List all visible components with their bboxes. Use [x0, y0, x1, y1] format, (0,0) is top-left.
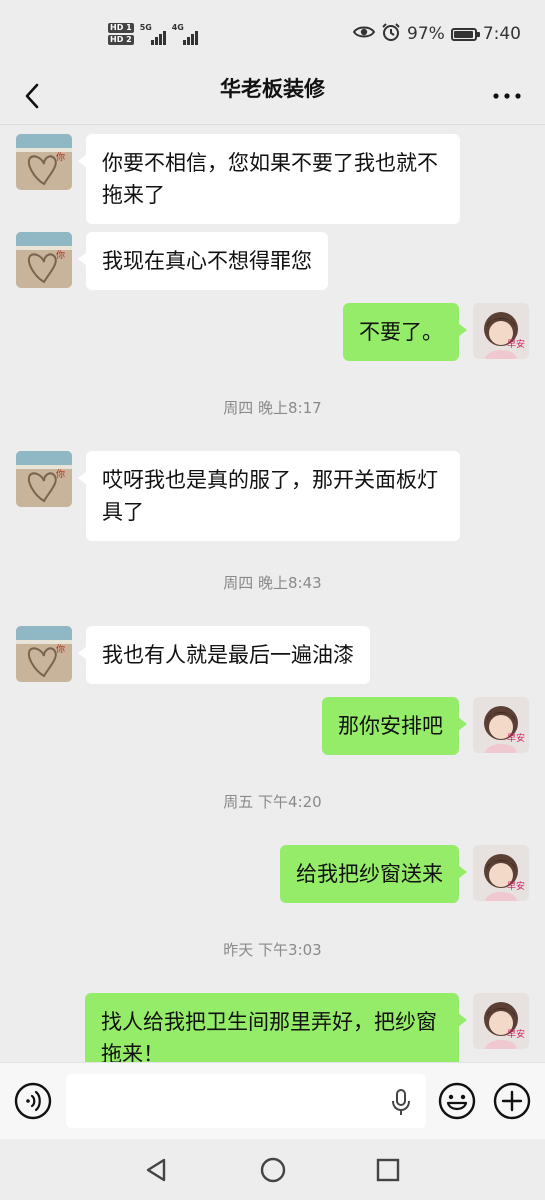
- battery-icon: [450, 27, 480, 41]
- avatar-text: 你: [56, 468, 65, 480]
- self-avatar[interactable]: 早安: [473, 993, 529, 1049]
- avatar-text: 早安: [507, 338, 525, 350]
- avatar-text: 你: [56, 249, 65, 261]
- timestamp: 周五 下午4:20: [223, 793, 322, 811]
- avatar-text: 早安: [507, 880, 525, 892]
- chat-title: 华老板装修: [220, 77, 325, 101]
- message-bubble[interactable]: 那你安排吧: [322, 697, 467, 755]
- message-text: 哎呀我也是真的服了，那开关面板灯具了: [102, 468, 438, 524]
- voice-toggle-button[interactable]: [14, 1082, 52, 1120]
- microphone-icon: [392, 1089, 410, 1115]
- circle-home-icon: [260, 1157, 286, 1183]
- microphone-button[interactable]: [388, 1087, 414, 1117]
- system-recents-button[interactable]: [371, 1153, 405, 1187]
- plus-icon: [493, 1082, 531, 1120]
- message-text: 不要了。: [359, 320, 443, 344]
- avatar-text: 你: [56, 643, 65, 655]
- message-input[interactable]: [66, 1074, 426, 1128]
- triangle-back-icon: [146, 1158, 166, 1182]
- system-navigation-bar: [0, 1139, 545, 1200]
- input-bar: [0, 1062, 545, 1139]
- self-avatar[interactable]: 早安: [473, 697, 529, 753]
- status-bar: HD 1 HD 2 5G 4G 97% 7:40: [0, 0, 545, 68]
- self-avatar[interactable]: 早安: [473, 303, 529, 359]
- hd-badges: HD 1 HD 2: [108, 23, 134, 45]
- signal-group: HD 1 HD 2 5G 4G: [108, 20, 198, 48]
- avatar-text: 你: [56, 151, 65, 163]
- square-recents-icon: [376, 1158, 400, 1182]
- message-bubble[interactable]: 你要不相信，您如果不要了我也就不拖来了: [78, 134, 460, 224]
- avatar-text: 早安: [507, 732, 525, 744]
- timestamp: 周四 晚上8:43: [223, 574, 322, 592]
- message-text: 你要不相信，您如果不要了我也就不拖来了: [102, 151, 438, 207]
- message-bubble[interactable]: 给我把纱窗送来: [280, 845, 467, 903]
- contact-avatar[interactable]: 你: [16, 626, 72, 682]
- message-list[interactable]: 你 你要不相信，您如果不要了我也就不拖来了 你 我现在真心不想得罪您 早安 不要…: [0, 125, 545, 1062]
- message-bubble[interactable]: 我现在真心不想得罪您: [78, 232, 328, 290]
- hd1-badge: HD 1: [108, 23, 134, 33]
- message-text: 我现在真心不想得罪您: [102, 249, 312, 273]
- message-bubble[interactable]: 不要了。: [343, 303, 467, 361]
- battery-fill: [453, 30, 473, 38]
- status-right: 97% 7:40: [352, 22, 521, 47]
- voice-icon: [14, 1082, 52, 1120]
- emoji-button[interactable]: [438, 1082, 476, 1120]
- message-text: 给我把纱窗送来: [296, 862, 443, 886]
- message-text: 那你安排吧: [338, 714, 443, 738]
- message-bubble[interactable]: 找人给我把卫生间那里弄好，把纱窗拖来！: [85, 993, 467, 1062]
- more-dots-icon: [493, 93, 521, 99]
- message-text: 我也有人就是最后一遍油漆: [102, 643, 354, 667]
- contact-avatar[interactable]: 你: [16, 134, 72, 190]
- system-home-button[interactable]: [256, 1153, 290, 1187]
- timestamp: 周四 晚上8:17: [223, 399, 322, 417]
- battery-percent: 97%: [407, 24, 445, 44]
- signal-1-icon: 5G: [140, 23, 166, 45]
- signal-2-icon: 4G: [172, 23, 198, 45]
- self-avatar[interactable]: 早安: [473, 845, 529, 901]
- system-back-button[interactable]: [139, 1153, 173, 1187]
- message-text: 找人给我把卫生间那里弄好，把纱窗拖来！: [101, 1010, 437, 1062]
- message-bubble[interactable]: 我也有人就是最后一遍油漆: [78, 626, 370, 684]
- alarm-icon: [381, 22, 401, 47]
- hd2-badge: HD 2: [108, 35, 134, 45]
- more-functions-button[interactable]: [493, 1082, 531, 1120]
- message-bubble[interactable]: 哎呀我也是真的服了，那开关面板灯具了: [78, 451, 460, 541]
- emoji-icon: [438, 1082, 476, 1120]
- eye-icon: [352, 24, 376, 44]
- contact-avatar[interactable]: 你: [16, 451, 72, 507]
- chat-header: 华老板装修: [0, 68, 545, 125]
- more-button[interactable]: [485, 76, 529, 116]
- timestamp: 昨天 下午3:03: [223, 941, 322, 959]
- avatar-text: 早安: [507, 1028, 525, 1040]
- clock: 7:40: [482, 24, 521, 44]
- contact-avatar[interactable]: 你: [16, 232, 72, 288]
